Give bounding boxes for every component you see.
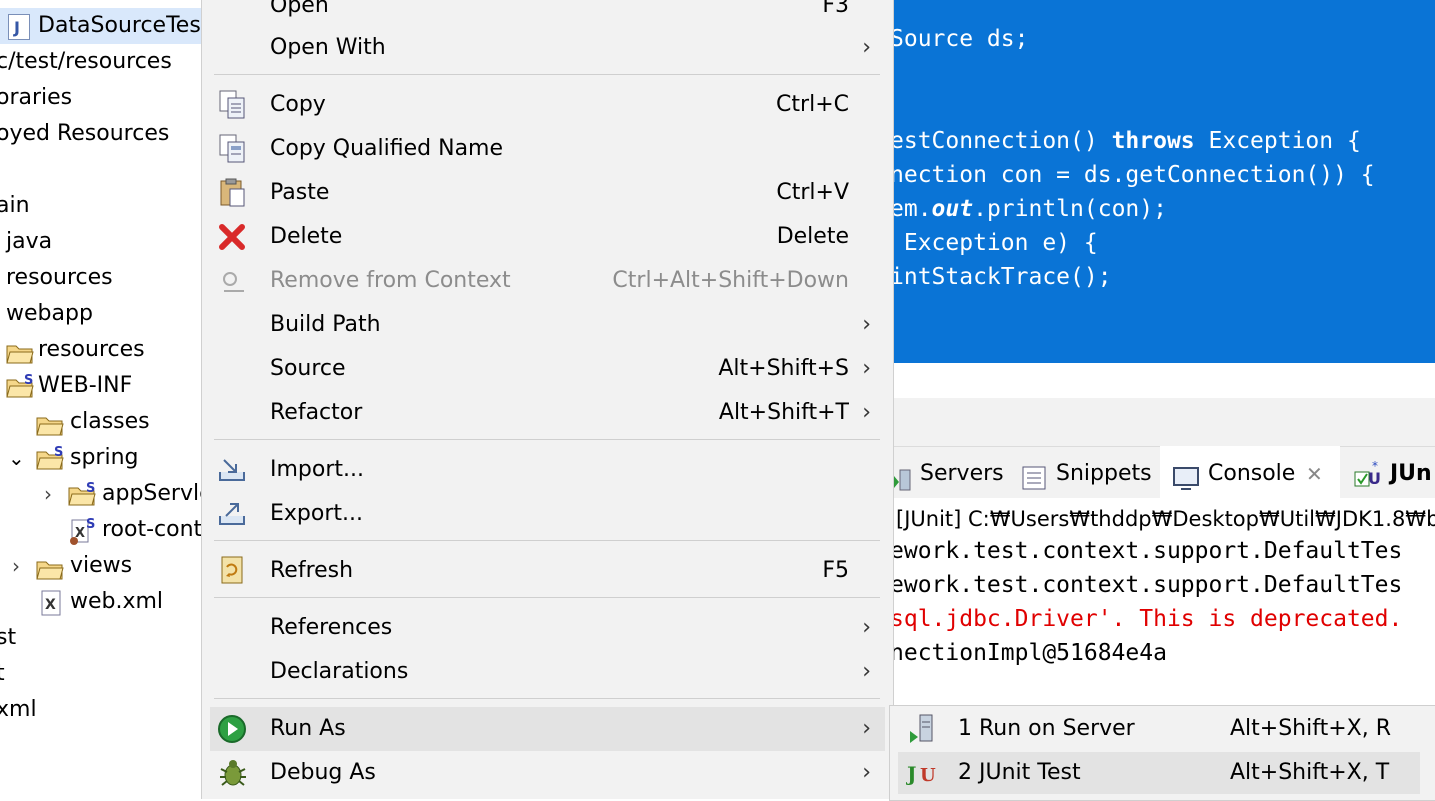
code-line: Source ds; [890, 26, 1029, 52]
spring-folder-icon: S [36, 444, 68, 484]
svg-text:J: J [906, 762, 916, 786]
menu-item-run-as[interactable]: Run As › [210, 707, 885, 751]
package-explorer: J DataSourceTest c/test/resources orarie… [0, 0, 201, 799]
svg-text:U: U [920, 765, 936, 786]
debug-bug-icon [216, 757, 250, 789]
menu-item-refresh[interactable]: Refresh F5 [202, 549, 893, 593]
chevron-right-icon[interactable]: › [12, 548, 20, 584]
chevron-right-icon: › [862, 659, 871, 684]
import-icon [216, 454, 250, 486]
menu-separator [214, 439, 880, 440]
menu-item-debug-as[interactable]: Debug As › [202, 751, 893, 795]
menu-item-delete[interactable]: Delete Delete [202, 215, 893, 259]
run-icon [216, 713, 250, 745]
run-on-server-icon [908, 713, 938, 749]
code-line: estConnection() throws Exception { [890, 128, 1361, 154]
menu-item-open[interactable]: Open F3 [202, 0, 893, 28]
svg-text:X: X [45, 597, 56, 613]
submenu-item-junit-test[interactable]: JU 2 JUnit Test Alt+Shift+X, T [898, 752, 1420, 794]
tab-console[interactable]: Console ✕ [1160, 446, 1340, 498]
chevron-right-icon: › [862, 312, 871, 337]
menu-item-import[interactable]: Import... [202, 448, 893, 492]
copy-qualified-name-icon [216, 133, 250, 165]
remove-context-icon [216, 265, 250, 297]
svg-text:J: J [13, 18, 20, 37]
menu-item-copy[interactable]: Copy Ctrl+C [202, 83, 893, 127]
menu-item-export[interactable]: Export... [202, 492, 893, 536]
java-file-icon: J [8, 14, 30, 40]
svg-text:*: * [1372, 460, 1378, 473]
chevron-right-icon: › [862, 760, 871, 785]
console-line: nectionImpl@51684e4a [890, 640, 1167, 666]
console-output[interactable]: [JUnit] C:₩Users₩thddp₩Desktop₩Util₩JDK1… [890, 498, 1435, 698]
paste-icon [216, 177, 250, 209]
console-error-line: sql.jdbc.Driver'. This is deprecated. [890, 606, 1403, 632]
svg-text:S: S [86, 517, 95, 532]
code-line: Exception e) { [890, 230, 1098, 256]
context-menu: Open F3 Open With › Copy Ctrl+C Copy Qua… [201, 0, 894, 799]
chevron-right-icon: › [862, 356, 871, 381]
menu-item-remove-from-context: Remove from Context Ctrl+Alt+Shift+Down [202, 259, 893, 303]
menu-separator [214, 597, 880, 598]
export-icon [216, 498, 250, 530]
xml-file-icon: X [40, 590, 62, 628]
menu-item-declarations[interactable]: Declarations › [202, 650, 893, 694]
chevron-down-icon[interactable]: ⌄ [8, 440, 25, 476]
code-line: nection con = ds.getConnection()) { [890, 162, 1375, 188]
chevron-right-icon: › [862, 400, 871, 425]
menu-separator [214, 540, 880, 541]
chevron-right-icon[interactable]: › [44, 476, 52, 512]
console-header: [JUnit] C:₩Users₩thddp₩Desktop₩Util₩JDK1… [896, 507, 1435, 531]
menu-item-copy-qualified-name[interactable]: Copy Qualified Name [202, 127, 893, 171]
delete-icon [216, 221, 250, 253]
menu-item-paste[interactable]: Paste Ctrl+V [202, 171, 893, 215]
code-editor[interactable]: Source ds; estConnection() throws Except… [890, 0, 1435, 363]
menu-item-references[interactable]: References › [202, 606, 893, 650]
menu-item-build-path[interactable]: Build Path › [202, 303, 893, 347]
close-icon[interactable]: ✕ [1306, 446, 1323, 502]
folder-icon [36, 556, 64, 592]
svg-text:S: S [24, 373, 33, 388]
svg-text:S: S [86, 481, 95, 496]
run-as-submenu: 1 Run on Server Alt+Shift+X, R JU 2 JUni… [889, 705, 1435, 801]
chevron-right-icon: › [862, 35, 871, 60]
spring-folder-icon: S [6, 372, 38, 412]
tree-item-datasourcetest[interactable]: J DataSourceTest [0, 8, 201, 44]
menu-item-source[interactable]: Source Alt+Shift+S › [202, 347, 893, 391]
menu-separator [214, 698, 880, 699]
copy-icon [216, 89, 250, 121]
menu-separator [214, 74, 880, 75]
chevron-right-icon: › [862, 716, 871, 741]
folder-icon [36, 412, 64, 448]
junit-icon: JU [905, 757, 940, 793]
console-line: ework.test.context.support.DefaultTes [890, 572, 1403, 598]
svg-text:S: S [54, 445, 63, 460]
menu-item-open-with[interactable]: Open With › [202, 26, 893, 70]
spring-folder-icon: S [68, 480, 100, 520]
menu-item-refactor[interactable]: Refactor Alt+Shift+T › [202, 391, 893, 435]
refresh-icon [216, 555, 250, 587]
chevron-right-icon: › [862, 615, 871, 640]
code-line: em.out.println(con); [890, 196, 1167, 222]
console-line: ework.test.context.support.DefaultTes [890, 538, 1403, 564]
folder-icon [6, 340, 34, 376]
submenu-item-run-on-server[interactable]: 1 Run on Server Alt+Shift+X, R [898, 708, 1420, 750]
code-line: intStackTrace(); [890, 264, 1112, 290]
